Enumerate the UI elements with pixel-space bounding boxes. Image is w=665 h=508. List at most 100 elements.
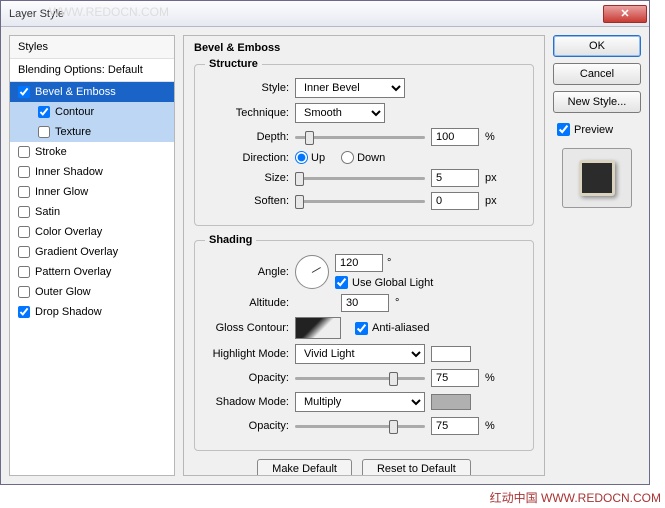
settings-panel: Bevel & Emboss Structure Style: Inner Be… (183, 35, 545, 476)
style-check[interactable] (38, 106, 50, 118)
dialog-body: Styles Blending Options: Default Bevel &… (1, 27, 649, 484)
preview-thumb-inner (579, 160, 615, 196)
structure-legend: Structure (205, 58, 262, 70)
cancel-button[interactable]: Cancel (553, 63, 641, 85)
close-icon: ✕ (620, 7, 629, 20)
soften-label: Soften: (205, 195, 289, 207)
gloss-contour-swatch[interactable] (295, 317, 341, 339)
style-check[interactable] (18, 186, 30, 198)
depth-label: Depth: (205, 131, 289, 143)
size-unit: px (485, 172, 507, 184)
anti-aliased-check[interactable]: Anti-aliased (355, 322, 429, 335)
style-label: Stroke (35, 146, 67, 158)
style-check[interactable] (18, 246, 30, 258)
altitude-input[interactable] (341, 294, 389, 312)
style-check[interactable] (18, 226, 30, 238)
style-check[interactable] (18, 86, 30, 98)
style-label: Color Overlay (35, 226, 102, 238)
style-select[interactable]: Inner Bevel (295, 78, 405, 98)
style-check[interactable] (18, 286, 30, 298)
style-drop-shadow[interactable]: Drop Shadow (10, 302, 174, 322)
make-default-button[interactable]: Make Default (257, 459, 352, 476)
style-label: Gradient Overlay (35, 246, 118, 258)
style-check[interactable] (18, 146, 30, 158)
highlight-opacity-input[interactable] (431, 369, 479, 387)
highlight-opacity-slider[interactable] (295, 377, 425, 380)
close-button[interactable]: ✕ (603, 5, 647, 23)
style-stroke[interactable]: Stroke (10, 142, 174, 162)
size-label: Size: (205, 172, 289, 184)
highlight-opacity-label: Opacity: (205, 372, 289, 384)
size-slider[interactable] (295, 177, 425, 180)
ok-button[interactable]: OK (553, 35, 641, 57)
structure-group: Structure Style: Inner Bevel Technique: … (194, 58, 534, 226)
shadow-mode-label: Shadow Mode: (205, 396, 289, 408)
altitude-label: Altitude: (205, 297, 289, 309)
angle-unit: ° (387, 257, 391, 269)
styles-header[interactable]: Styles (10, 36, 174, 59)
depth-unit: % (485, 131, 507, 143)
layer-style-dialog: Layer Style ✕ WWW.REDOCN.COM Styles Blen… (0, 0, 650, 485)
preview-thumb (562, 148, 632, 208)
style-check[interactable] (18, 306, 30, 318)
soften-slider[interactable] (295, 200, 425, 203)
style-label: Inner Glow (35, 186, 88, 198)
style-check[interactable] (18, 166, 30, 178)
shadow-opacity-input[interactable] (431, 417, 479, 435)
style-bevel-emboss[interactable]: Bevel & Emboss (10, 82, 174, 102)
altitude-unit: ° (395, 297, 399, 309)
preview-check[interactable]: Preview (557, 123, 641, 136)
watermark-top: WWW.REDOCN.COM (49, 5, 169, 19)
highlight-mode-label: Highlight Mode: (205, 348, 289, 360)
opacity-unit2: % (485, 420, 507, 432)
style-satin[interactable]: Satin (10, 202, 174, 222)
angle-input[interactable] (335, 254, 383, 272)
depth-slider[interactable] (295, 136, 425, 139)
watermark-bottom: 红动中国 WWW.REDOCN.COM (490, 489, 661, 506)
angle-dial[interactable] (295, 255, 329, 289)
opacity-unit: % (485, 372, 507, 384)
highlight-mode-select[interactable]: Vivid Light (295, 344, 425, 364)
style-label: Bevel & Emboss (35, 86, 116, 98)
style-texture[interactable]: Texture (10, 122, 174, 142)
style-label: Outer Glow (35, 286, 91, 298)
style-check[interactable] (38, 126, 50, 138)
style-check[interactable] (18, 206, 30, 218)
style-gradient-overlay[interactable]: Gradient Overlay (10, 242, 174, 262)
soften-unit: px (485, 195, 507, 207)
soften-input[interactable] (431, 192, 479, 210)
style-contour[interactable]: Contour (10, 102, 174, 122)
shadow-opacity-label: Opacity: (205, 420, 289, 432)
style-label: Texture (55, 126, 91, 138)
style-label: Pattern Overlay (35, 266, 111, 278)
shadow-mode-select[interactable]: Multiply (295, 392, 425, 412)
direction-down[interactable]: Down (341, 151, 385, 164)
shadow-opacity-slider[interactable] (295, 425, 425, 428)
technique-select[interactable]: Smooth (295, 103, 385, 123)
style-inner-glow[interactable]: Inner Glow (10, 182, 174, 202)
direction-up[interactable]: Up (295, 151, 325, 164)
depth-input[interactable] (431, 128, 479, 146)
technique-label: Technique: (205, 107, 289, 119)
style-pattern-overlay[interactable]: Pattern Overlay (10, 262, 174, 282)
new-style-button[interactable]: New Style... (553, 91, 641, 113)
style-check[interactable] (18, 266, 30, 278)
gloss-contour-label: Gloss Contour: (205, 322, 289, 334)
style-outer-glow[interactable]: Outer Glow (10, 282, 174, 302)
reset-default-button[interactable]: Reset to Default (362, 459, 471, 476)
blending-options-row[interactable]: Blending Options: Default (10, 59, 174, 82)
style-label: Satin (35, 206, 60, 218)
style-color-overlay[interactable]: Color Overlay (10, 222, 174, 242)
styles-panel: Styles Blending Options: Default Bevel &… (9, 35, 175, 476)
global-light-check[interactable]: Use Global Light (335, 276, 433, 289)
size-input[interactable] (431, 169, 479, 187)
style-inner-shadow[interactable]: Inner Shadow (10, 162, 174, 182)
style-label: Drop Shadow (35, 306, 102, 318)
style-label: Contour (55, 106, 94, 118)
shading-group: Shading Angle: ° Use Global Light Altitu… (194, 234, 534, 451)
style-label: Inner Shadow (35, 166, 103, 178)
shadow-color-swatch[interactable] (431, 394, 471, 410)
highlight-color-swatch[interactable] (431, 346, 471, 362)
angle-label: Angle: (205, 266, 289, 278)
style-label: Style: (205, 82, 289, 94)
